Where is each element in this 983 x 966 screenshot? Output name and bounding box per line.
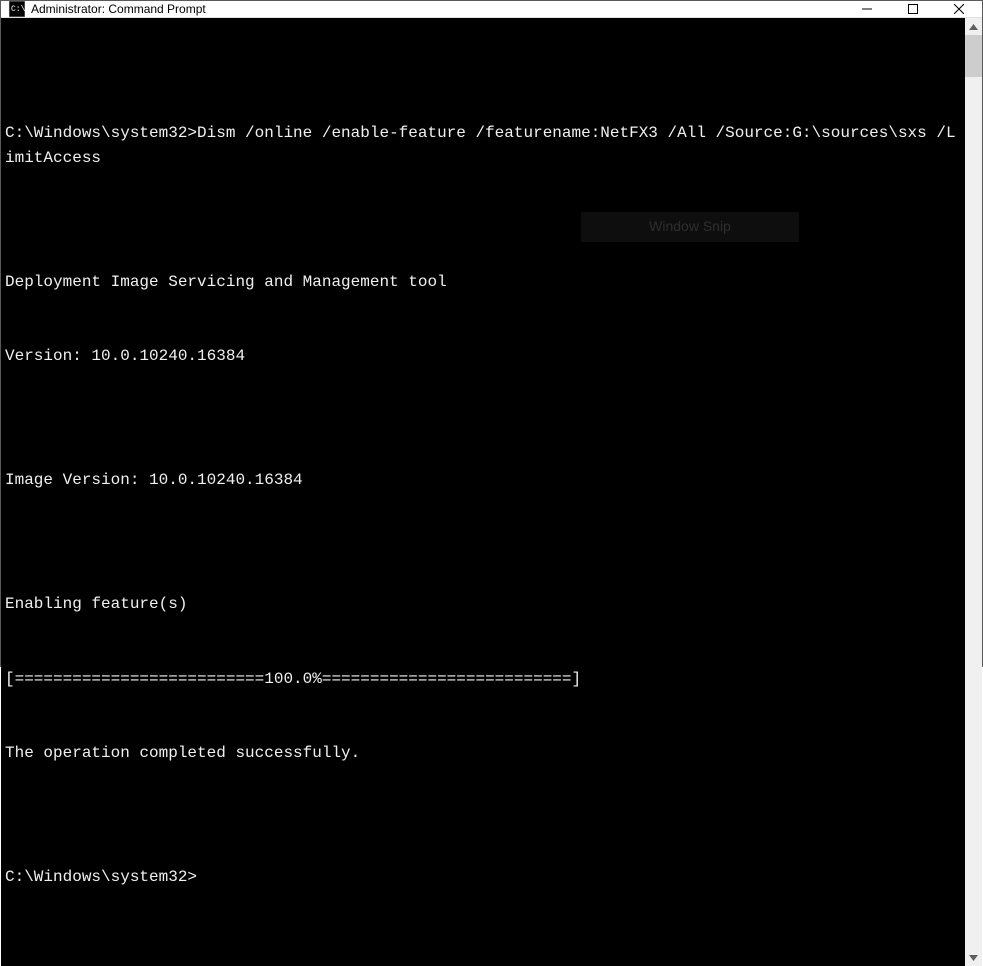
scroll-thumb[interactable] bbox=[965, 35, 982, 77]
terminal-line: Deployment Image Servicing and Managemen… bbox=[5, 270, 963, 295]
titlebar[interactable]: C:\ Administrator: Command Prompt bbox=[1, 1, 982, 18]
cmd-icon: C:\ bbox=[9, 1, 25, 17]
window-controls bbox=[844, 1, 982, 17]
terminal-line: [==========================100.0%=======… bbox=[5, 667, 963, 692]
scroll-track[interactable] bbox=[965, 35, 982, 949]
terminal-output[interactable]: C:\Windows\system32>Dism /online /enable… bbox=[1, 18, 965, 966]
command-prompt-window: C:\ Administrator: Command Prompt C:\Win… bbox=[0, 0, 983, 667]
maximize-button[interactable] bbox=[890, 1, 936, 17]
scroll-up-arrow-icon[interactable] bbox=[965, 18, 982, 35]
scroll-down-arrow-icon[interactable] bbox=[965, 949, 982, 966]
window-title: Administrator: Command Prompt bbox=[31, 2, 844, 16]
terminal-line: The operation completed successfully. bbox=[5, 741, 963, 766]
svg-text:C:\: C:\ bbox=[11, 5, 25, 14]
window-snip-overlay: Window Snip bbox=[581, 212, 799, 242]
terminal-line: Version: 10.0.10240.16384 bbox=[5, 344, 963, 369]
close-button[interactable] bbox=[936, 1, 982, 17]
terminal-line: C:\Windows\system32> bbox=[5, 865, 963, 890]
vertical-scrollbar[interactable] bbox=[965, 18, 982, 966]
content-area: C:\Windows\system32>Dism /online /enable… bbox=[1, 18, 982, 966]
terminal-line: Image Version: 10.0.10240.16384 bbox=[5, 468, 963, 493]
terminal-line: Enabling feature(s) bbox=[5, 592, 963, 617]
minimize-button[interactable] bbox=[844, 1, 890, 17]
terminal-line: C:\Windows\system32>Dism /online /enable… bbox=[5, 121, 963, 171]
